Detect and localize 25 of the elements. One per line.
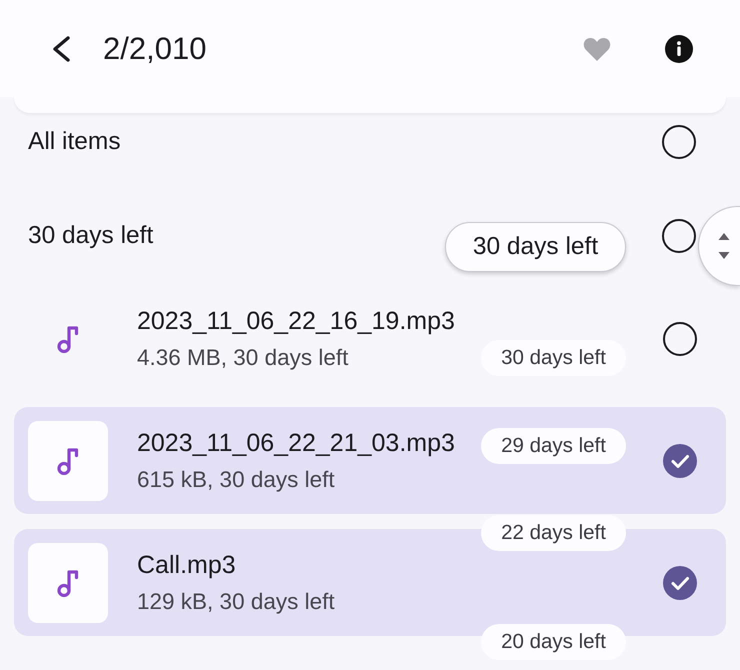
- file-details: 129 kB, 30 days left: [137, 588, 335, 616]
- music-note-icon: [57, 324, 79, 352]
- file-details: 4.36 MB, 30 days left: [137, 344, 348, 372]
- file-details: 615 kB, 30 days left: [137, 466, 335, 494]
- back-icon[interactable]: [50, 36, 72, 62]
- file-name: Call.mp3: [137, 550, 236, 580]
- date-scroll-chip: 30 days left: [445, 222, 626, 272]
- select-all-checkbox[interactable]: [662, 125, 696, 159]
- group-header-label: 30 days left: [28, 221, 154, 251]
- all-items-label: All items: [28, 127, 121, 157]
- up-down-arrows-icon: [718, 231, 730, 261]
- file-name: 2023_11_06_22_16_19.mp3: [137, 306, 455, 336]
- file-checkbox[interactable]: [663, 444, 697, 478]
- info-icon[interactable]: [665, 34, 693, 62]
- date-label: 30 days left: [481, 340, 626, 376]
- page-counter: 2/2,010: [103, 30, 206, 66]
- music-note-icon: [28, 420, 108, 500]
- date-label: 29 days left: [481, 428, 626, 464]
- file-name: 2023_11_06_22_21_03.mp3: [137, 428, 455, 458]
- date-label: 20 days left: [481, 624, 626, 660]
- music-note-icon: [28, 542, 108, 622]
- select-group-checkbox[interactable]: [662, 219, 696, 253]
- file-checkbox[interactable]: [663, 322, 697, 356]
- file-checkbox[interactable]: [663, 566, 697, 600]
- date-label: 22 days left: [481, 515, 626, 551]
